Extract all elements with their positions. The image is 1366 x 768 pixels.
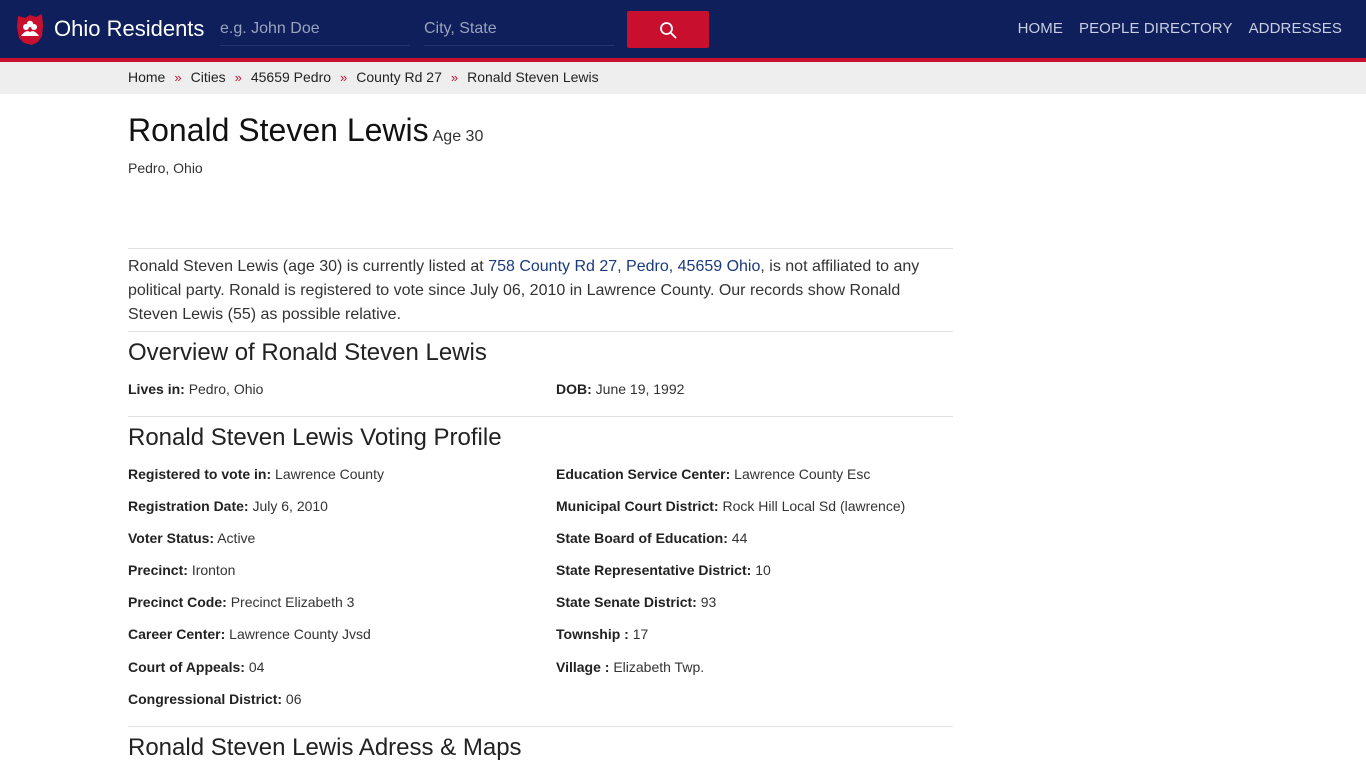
address-maps-heading: Ronald Steven Lewis Adress & Maps (128, 734, 522, 761)
person-name: Ronald Steven Lewis (128, 112, 429, 148)
field-label: Township : (556, 626, 629, 642)
overview-heading: Overview of Ronald Steven Lewis (128, 339, 487, 366)
field-label: State Representative District: (556, 562, 752, 578)
city-state-input[interactable] (424, 12, 614, 46)
voting-field: Precinct Code: Precinct Elizabeth 3 (128, 594, 354, 610)
field-label: State Senate District: (556, 594, 697, 610)
field-label: Municipal Court District: (556, 498, 719, 514)
field-value: Pedro, Ohio (188, 381, 264, 397)
ohio-logo-icon[interactable] (16, 12, 44, 46)
field-label: Court of Appeals: (128, 659, 245, 675)
breadcrumb-separator: » (340, 70, 348, 85)
voting-field: Court of Appeals: 04 (128, 659, 264, 675)
field-label: Congressional District: (128, 691, 283, 707)
field-value: Elizabeth Twp. (613, 659, 705, 675)
field-label: State Board of Education: (556, 530, 728, 546)
breadcrumb-separator: » (234, 70, 242, 85)
person-location: Pedro, Ohio (128, 160, 203, 176)
field-value: July 6, 2010 (252, 498, 328, 514)
field-label: DOB: (556, 381, 592, 397)
breadcrumb-separator: » (450, 70, 459, 85)
nav-home-link[interactable]: HOME (1018, 20, 1063, 37)
breadcrumb-separator: » (174, 70, 182, 85)
name-search-input[interactable] (220, 12, 410, 46)
field-value: Lawrence County Esc (734, 466, 871, 482)
field-label: Lives in: (128, 381, 185, 397)
breadcrumb-current: Ronald Steven Lewis (467, 69, 599, 85)
field-label: Voter Status: (128, 530, 215, 546)
voting-field: Congressional District: 06 (128, 691, 302, 707)
breadcrumb-city[interactable]: 45659 Pedro (251, 69, 331, 85)
person-age: Age 30 (432, 128, 484, 145)
field-value: Lawrence County (275, 466, 384, 482)
voting-field: Township : 17 (556, 626, 648, 642)
nav-people-directory-link[interactable]: PEOPLE DIRECTORY (1079, 20, 1233, 37)
intro-paragraph: Ronald Steven Lewis (age 30) is currentl… (128, 255, 928, 327)
field-value: 10 (755, 562, 771, 578)
field-label: Precinct: (128, 562, 188, 578)
divider (128, 248, 953, 249)
breadcrumb-bar: Home » Cities » 45659 Pedro » County Rd 27 » Ron… (0, 62, 1366, 94)
field-label: Career Center: (128, 626, 226, 642)
voting-field: Municipal Court District: Rock Hill Loca… (556, 498, 905, 514)
field-value: 17 (632, 626, 649, 642)
field-value: Precinct Elizabeth 3 (230, 594, 355, 610)
voting-field: Registration Date: July 6, 2010 (128, 498, 328, 514)
breadcrumb: Home » Cities » 45659 Pedro » County Rd 27 » Ron… (128, 69, 599, 85)
nav-addresses-link[interactable]: ADDRESSES (1249, 20, 1342, 37)
voting-field: Voter Status: Active (128, 530, 255, 546)
voting-field: Career Center: Lawrence County Jvsd (128, 626, 371, 642)
address-link[interactable]: 758 County Rd 27, Pedro, 45659 Ohio (488, 258, 760, 275)
field-value: 06 (285, 691, 302, 707)
voting-field: Education Service Center: Lawrence Count… (556, 466, 870, 482)
divider (128, 726, 953, 727)
lives-in-field: Lives in: Pedro, Ohio (128, 381, 263, 397)
voting-profile-heading: Ronald Steven Lewis Voting Profile (128, 424, 502, 451)
field-label: Education Service Center: (556, 466, 731, 482)
breadcrumb-street[interactable]: County Rd 27 (356, 69, 442, 85)
site-brand[interactable]: Ohio Residents (54, 16, 204, 42)
page-title: Ronald Steven Lewis Age 30 (128, 112, 483, 149)
field-value: Lawrence County Jvsd (229, 626, 371, 642)
field-value: Active (217, 530, 256, 546)
field-value: 93 (700, 594, 717, 610)
search-button[interactable] (627, 11, 709, 48)
divider (128, 331, 953, 332)
breadcrumb-home[interactable]: Home (128, 69, 165, 85)
field-label: Registered to vote in: (128, 466, 272, 482)
divider (128, 416, 953, 417)
main-nav: HOME PEOPLE DIRECTORY ADDRESSES (1018, 20, 1342, 37)
field-value: Rock Hill Local Sd (lawrence) (722, 498, 906, 514)
search-icon (660, 21, 677, 38)
field-label: Village : (556, 659, 610, 675)
breadcrumb-cities[interactable]: Cities (191, 69, 226, 85)
field-value: 44 (731, 530, 748, 546)
voting-field: State Senate District: 93 (556, 594, 716, 610)
dob-field: DOB: June 19, 1992 (556, 381, 684, 397)
field-label: Precinct Code: (128, 594, 227, 610)
field-value: June 19, 1992 (595, 381, 685, 397)
intro-text-start: Ronald Steven Lewis (age 30) is currentl… (128, 258, 489, 275)
voting-field: Registered to vote in: Lawrence County (128, 466, 384, 482)
field-label: Registration Date: (128, 498, 249, 514)
voting-field: State Board of Education: 44 (556, 530, 747, 546)
field-value: Ironton (191, 562, 236, 578)
voting-field: Village : Elizabeth Twp. (556, 659, 704, 675)
voting-field: State Representative District: 10 (556, 562, 771, 578)
voting-field: Precinct: Ironton (128, 562, 235, 578)
field-value: 04 (248, 659, 265, 675)
